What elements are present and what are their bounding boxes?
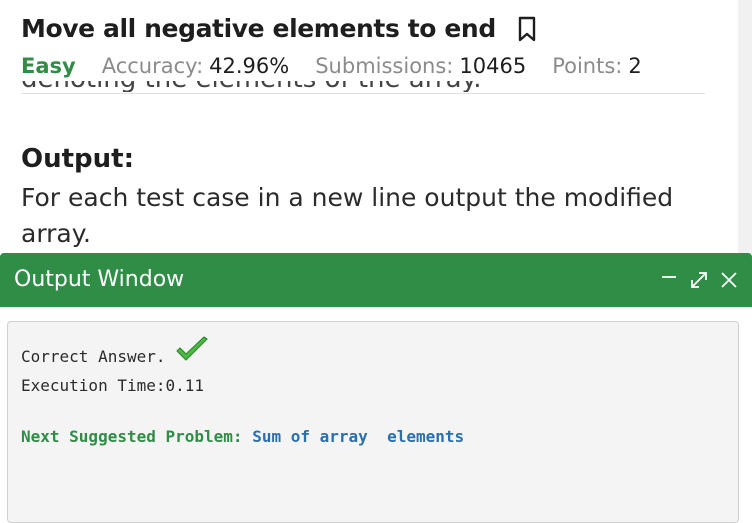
submissions-value: 10465 — [459, 54, 527, 78]
close-icon — [721, 272, 737, 288]
execution-time: Execution Time:0.11 — [21, 376, 205, 395]
expand-icon — [691, 272, 707, 288]
output-description: For each test case in a new line output … — [21, 183, 674, 248]
bookmark-icon[interactable] — [516, 16, 538, 42]
result-text: Correct Answer. — [21, 346, 166, 366]
points-value: 2 — [628, 54, 642, 78]
checkmark-icon — [174, 336, 210, 368]
accuracy-label: Accuracy: — [101, 54, 204, 78]
close-button[interactable] — [716, 265, 742, 295]
problem-meta: Easy Accuracy: 42.96% Submissions: 10465… — [21, 54, 642, 78]
minimize-icon — [662, 276, 676, 278]
output-window-header: Output Window — [0, 253, 752, 307]
points-label: Points: — [552, 54, 623, 78]
minimize-button[interactable] — [656, 265, 682, 295]
submissions-label: Submissions: — [315, 54, 454, 78]
accuracy-value: 42.96% — [209, 54, 290, 78]
scrollbar-track[interactable] — [738, 0, 752, 255]
next-suggestion: Next Suggested Problem: Sum of array ele… — [21, 427, 464, 446]
expand-button[interactable] — [686, 265, 712, 295]
header-divider — [21, 93, 705, 94]
output-window-controls — [656, 265, 742, 295]
result-line: Correct Answer. — [21, 336, 210, 368]
problem-title: Move all negative elements to end — [21, 14, 496, 43]
difficulty-badge: Easy — [21, 54, 76, 78]
output-window-body: Correct Answer. Execution Time:0.11 Next… — [0, 307, 752, 523]
output-heading: Output: — [21, 144, 134, 174]
problem-pane: Move all negative elements to end denoti… — [0, 0, 738, 255]
output-window-title: Output Window — [14, 267, 185, 292]
output-console: Correct Answer. Execution Time:0.11 Next… — [7, 321, 739, 523]
next-problem-label: Next Suggested Problem: — [21, 427, 243, 446]
next-problem-link[interactable]: Sum of array elements — [252, 427, 464, 446]
problem-title-row: Move all negative elements to end — [21, 14, 538, 43]
